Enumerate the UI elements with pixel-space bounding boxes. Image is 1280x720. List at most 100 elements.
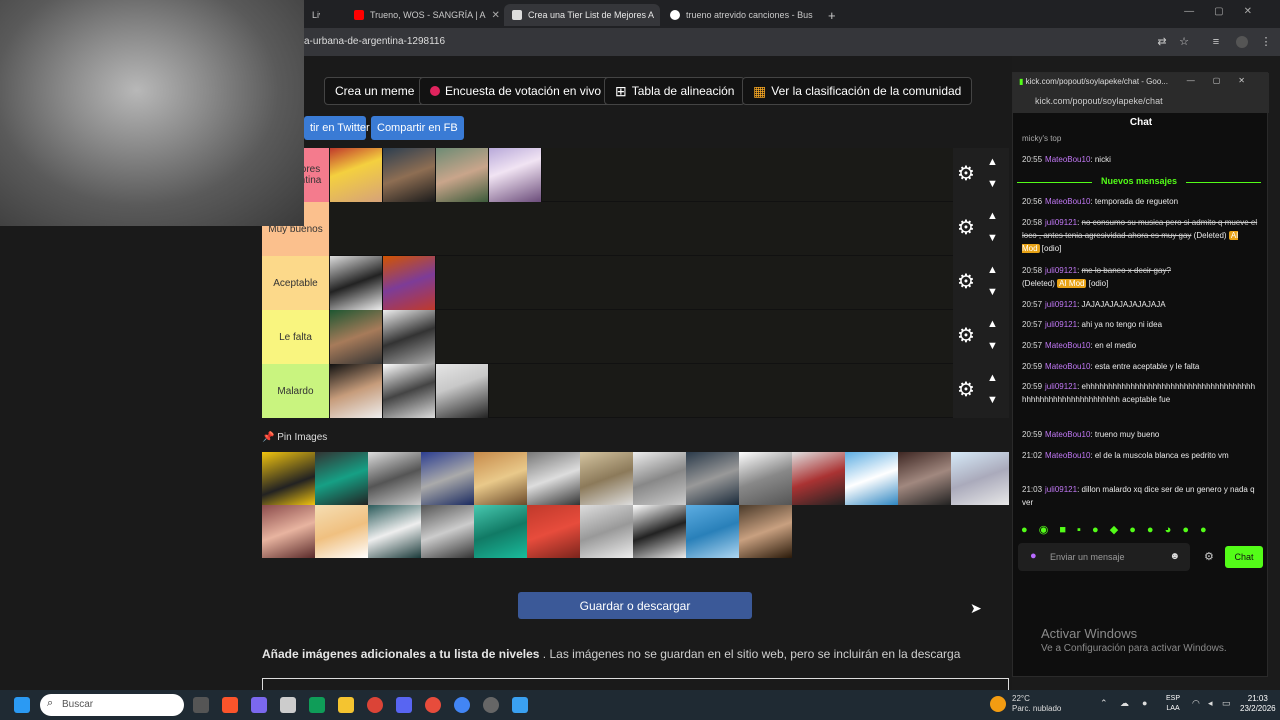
message-user[interactable]: juli09121 (1045, 320, 1077, 329)
url-text[interactable]: a-urbana-de-argentina-1298116 (304, 36, 445, 47)
task-view-icon[interactable] (193, 697, 209, 713)
pool-image[interactable] (580, 452, 633, 505)
live-poll-button[interactable]: Encuesta de votación en vivo (419, 77, 613, 105)
pool-image[interactable] (421, 505, 474, 558)
message-user[interactable]: juli09121 (1045, 485, 1077, 494)
tab-tierlist[interactable]: Crea una Tier List de Mejores A ✕ (504, 4, 660, 26)
tab-live[interactable]: Live (304, 4, 320, 26)
pool-image[interactable] (898, 452, 951, 505)
tier-image[interactable] (436, 364, 489, 418)
profile-avatar[interactable] (1236, 36, 1248, 48)
gear-icon[interactable]: ⚙ (957, 270, 975, 294)
new-tab-button[interactable]: + (820, 4, 840, 26)
close-tab-icon[interactable]: ✕ (486, 10, 500, 21)
message-user[interactable]: MateoBou10 (1045, 451, 1090, 460)
pool-image[interactable] (474, 505, 527, 558)
tier-image[interactable] (383, 148, 436, 202)
save-download-button[interactable]: Guardar o descargar (518, 592, 752, 619)
tier-image[interactable] (330, 364, 383, 418)
message-user[interactable]: MateoBou10 (1045, 197, 1090, 206)
share-facebook-button[interactable]: Compartir en FB (371, 116, 464, 140)
bookmark-star-icon[interactable]: ☆ (1178, 36, 1190, 48)
pin-images-label[interactable]: 📌 Pin Images (262, 432, 327, 443)
volume-icon[interactable]: ◂ (1208, 698, 1213, 709)
pool-image[interactable] (739, 505, 792, 558)
message-user[interactable]: juli09121 (1045, 300, 1077, 309)
windows-start-icon[interactable] (14, 697, 30, 713)
close-tab-icon[interactable]: ✕ (813, 10, 818, 21)
tier-label[interactable]: Aceptable (262, 256, 329, 310)
tier-label[interactable]: Le falta (262, 310, 329, 364)
chat-send-button[interactable]: Chat (1225, 546, 1263, 568)
chevron-up-icon[interactable]: ▲ (987, 372, 998, 384)
pool-image[interactable] (474, 452, 527, 505)
store-icon[interactable] (280, 697, 296, 713)
taskbar-clock[interactable]: 21:03 23/2/2026 (1240, 694, 1276, 714)
chevron-down-icon[interactable]: ▼ (987, 178, 998, 190)
chevron-down-icon[interactable]: ▼ (987, 232, 998, 244)
upload-area[interactable] (262, 678, 1009, 690)
chevron-up-icon[interactable]: ▲ (987, 264, 998, 276)
pool-image[interactable] (527, 452, 580, 505)
edge-icon[interactable] (309, 697, 325, 713)
pool-image[interactable] (315, 505, 368, 558)
chrome-icon[interactable] (367, 697, 383, 713)
tier-label[interactable]: Malardo (262, 364, 329, 418)
pool-image[interactable] (792, 452, 845, 505)
message-user[interactable]: juli09121 (1045, 266, 1077, 275)
menu-icon[interactable]: ⋮ (1260, 36, 1272, 48)
language-indicator[interactable]: ESP LAA (1166, 694, 1180, 714)
message-user[interactable]: MateoBou10 (1045, 430, 1090, 439)
pool-image[interactable] (262, 452, 315, 505)
media-icon[interactable]: ≡ (1210, 36, 1222, 48)
gear-icon[interactable]: ⚙ (957, 324, 975, 348)
pool-image[interactable] (527, 505, 580, 558)
tier-image[interactable] (489, 148, 542, 202)
tier-image[interactable] (383, 310, 436, 364)
gear-icon[interactable]: ⚙ (957, 162, 975, 186)
pool-image[interactable] (262, 505, 315, 558)
pool-image[interactable] (633, 452, 686, 505)
tier-image[interactable] (330, 310, 383, 364)
share-twitter-button[interactable]: tir en Twitter (304, 116, 370, 140)
tier-image[interactable] (330, 256, 383, 310)
alignment-chart-button[interactable]: ⊞ Tabla de alineación (604, 77, 746, 105)
onedrive-icon[interactable]: ☁ (1120, 698, 1129, 709)
chat-message-input[interactable]: ● Enviar un mensaje ☻ (1018, 543, 1190, 571)
chevron-down-icon[interactable]: ▼ (987, 340, 998, 352)
microphone-tray-icon[interactable]: ● (1142, 698, 1147, 708)
microphone-icon[interactable]: ● (1030, 550, 1037, 562)
chevron-up-icon[interactable]: ▲ (987, 318, 998, 330)
taskbar-search[interactable]: ⌕ Buscar (40, 694, 184, 716)
battery-icon[interactable]: ▭ (1222, 698, 1231, 709)
tier-image[interactable] (330, 148, 383, 202)
chevron-down-icon[interactable]: ▼ (987, 394, 998, 406)
copilot-icon[interactable] (251, 697, 267, 713)
pool-image[interactable] (315, 452, 368, 505)
window-controls[interactable]: —▢✕ (1184, 6, 1272, 17)
tab-google-search[interactable]: trueno atrevido canciones - Bus ✕ (662, 4, 818, 26)
community-ranking-button[interactable]: ▦ Ver la clasificación de la comunidad (742, 77, 973, 105)
message-user[interactable]: MateoBou10 (1045, 362, 1090, 371)
obs-icon[interactable] (483, 697, 499, 713)
emoji-icon[interactable]: ☻ (1169, 551, 1180, 562)
chevron-up-icon[interactable]: ▲ (987, 210, 998, 222)
message-user[interactable]: MateoBou10 (1045, 341, 1090, 350)
pool-image[interactable] (633, 505, 686, 558)
gear-icon[interactable]: ⚙ (957, 216, 975, 240)
pool-image[interactable] (739, 452, 792, 505)
message-user[interactable]: MateoBou10 (1045, 155, 1090, 164)
brave-icon[interactable] (222, 697, 238, 713)
tier-image[interactable] (436, 148, 489, 202)
opera-icon[interactable] (425, 697, 441, 713)
gear-icon[interactable]: ⚙ (957, 378, 975, 402)
chat-settings-icon[interactable]: ⚙ (1204, 550, 1214, 563)
app-icon[interactable] (512, 697, 528, 713)
wifi-icon[interactable]: ◠ (1192, 698, 1200, 709)
translate-icon[interactable]: ⇄ (1156, 36, 1168, 48)
pool-image[interactable] (951, 452, 1009, 505)
tab-trueno-wos[interactable]: Trueno, WOS - SANGRÍA | A ✕ (346, 4, 502, 26)
pool-image[interactable] (686, 505, 739, 558)
discord-icon[interactable] (396, 697, 412, 713)
weather-widget[interactable]: 22°C Parc. nublado (990, 694, 1061, 714)
